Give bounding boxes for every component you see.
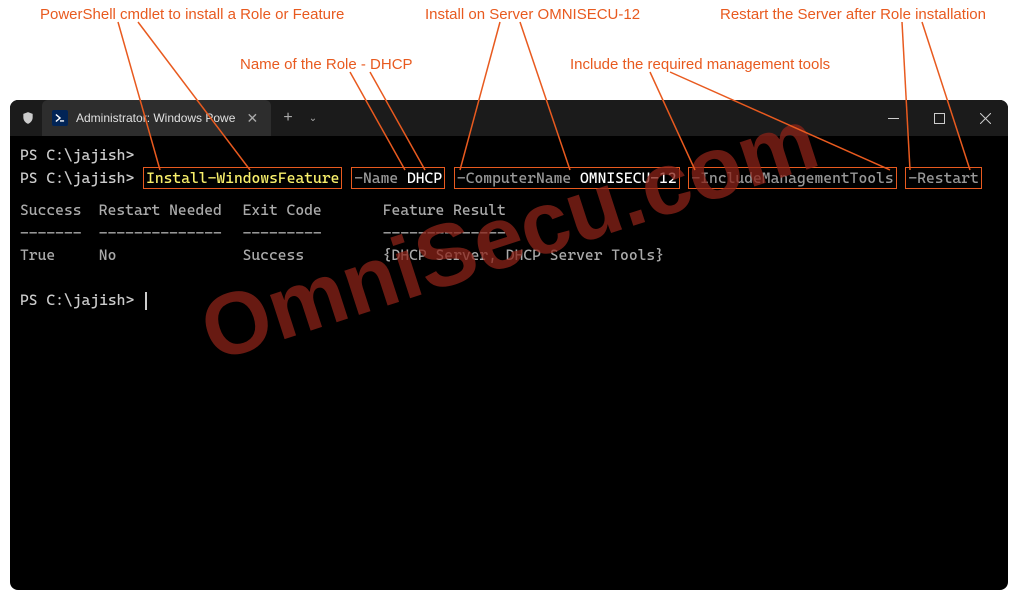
powershell-icon: [52, 110, 68, 126]
tab-title: Administrator: Windows Powe: [76, 111, 235, 125]
header-exit-code: Exit Code: [243, 199, 348, 222]
annotations-layer: PowerShell cmdlet to install a Role or F…: [0, 0, 1017, 100]
prompt-line-final: PS C:\jajish>: [20, 289, 998, 312]
annotation-cmdlet: PowerShell cmdlet to install a Role or F…: [40, 6, 344, 23]
shield-icon: [20, 110, 36, 126]
dash-1: -------: [20, 222, 90, 245]
minimize-button[interactable]: [870, 100, 916, 136]
terminal-content[interactable]: OmniSecu.com PS C:\jajish> PS C:\jajish>…: [10, 136, 1008, 319]
result-restart-needed: No: [99, 244, 234, 267]
terminal-window: Administrator: Windows Powe ✕ + ⌄ OmniSe…: [10, 100, 1008, 590]
annotation-restart: Restart the Server after Role installati…: [720, 6, 986, 23]
maximize-button[interactable]: [916, 100, 962, 136]
titlebar: Administrator: Windows Powe ✕ + ⌄: [10, 100, 1008, 136]
close-window-button[interactable]: [962, 100, 1008, 136]
header-feature-result: Feature Result: [383, 199, 506, 222]
close-tab-icon[interactable]: ✕: [243, 109, 261, 127]
result-success: True: [20, 244, 90, 267]
highlight-computer: -ComputerName OMNISECU-12: [454, 167, 680, 189]
highlight-restart: -Restart: [905, 167, 981, 189]
highlight-name: -Name DHCP: [351, 167, 445, 189]
param-restart: -Restart: [908, 169, 978, 187]
dash-3: ---------: [243, 222, 348, 245]
param-mgmt: -IncludeManagementTools: [691, 169, 893, 187]
prompt: PS C:\jajish>: [20, 146, 134, 164]
tab-active[interactable]: Administrator: Windows Powe ✕: [42, 100, 271, 136]
prompt: PS C:\jajish>: [20, 291, 134, 309]
result-header-row: Success Restart Needed Exit Code Feature…: [20, 199, 998, 222]
dash-4: --------------: [383, 222, 506, 245]
highlight-cmdlet: Install-WindowsFeature: [143, 167, 342, 189]
val-name: DHCP: [407, 169, 442, 187]
highlight-mgmt: -IncludeManagementTools: [688, 167, 896, 189]
cmdlet: Install-WindowsFeature: [146, 169, 339, 187]
param-name: -Name: [354, 169, 398, 187]
result-exit-code: Success: [243, 244, 348, 267]
command-line: PS C:\jajish> Install-WindowsFeature -Na…: [20, 167, 998, 190]
result-value-row: True No Success {DHCP Server, DHCP Serve…: [20, 244, 998, 267]
dash-2: --------------: [99, 222, 234, 245]
cursor: [145, 292, 147, 310]
annotation-role-name: Name of the Role - DHCP: [240, 56, 413, 73]
header-restart-needed: Restart Needed: [99, 199, 234, 222]
val-computer: OMNISECU-12: [580, 169, 677, 187]
prompt: PS C:\jajish>: [20, 169, 134, 187]
tab-dropdown-icon[interactable]: ⌄: [301, 113, 325, 124]
result-feature-result: {DHCP Server, DHCP Server Tools}: [383, 244, 664, 267]
annotation-server: Install on Server OMNISECU-12: [425, 6, 640, 23]
param-computer: -ComputerName: [457, 169, 571, 187]
header-success: Success: [20, 199, 90, 222]
new-tab-button[interactable]: +: [275, 109, 300, 127]
prompt-line-1: PS C:\jajish>: [20, 144, 998, 167]
window-controls: [870, 100, 1008, 136]
annotation-mgmt-tools: Include the required management tools: [570, 56, 830, 73]
result-dash-row: ------- -------------- --------- -------…: [20, 222, 998, 245]
